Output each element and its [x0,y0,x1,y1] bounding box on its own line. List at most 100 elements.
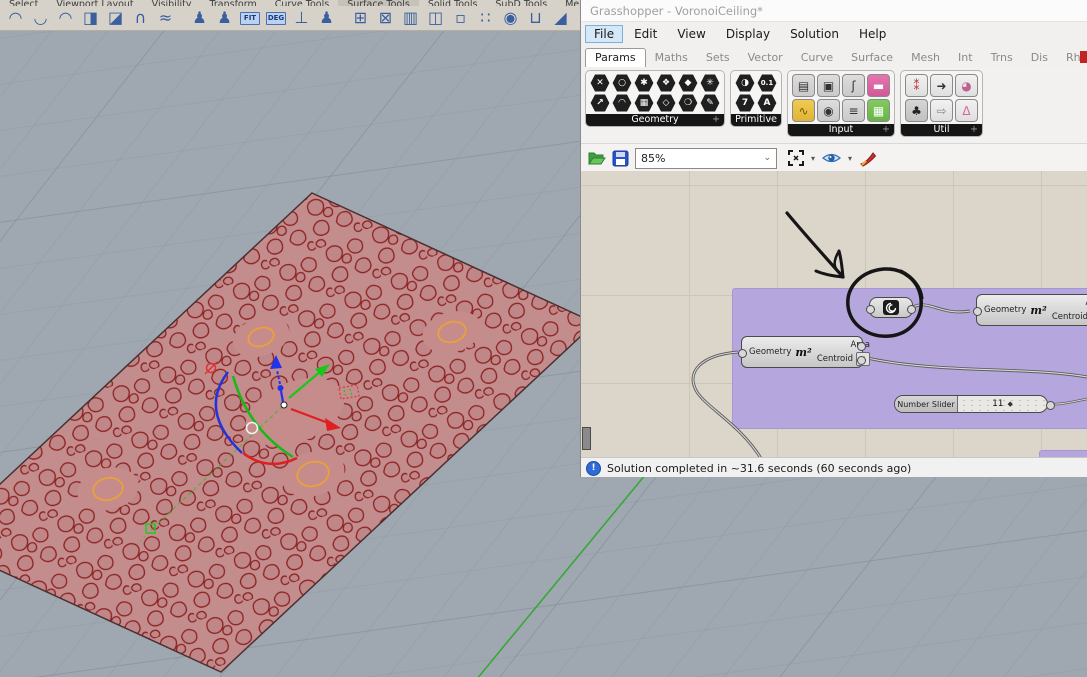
rhino-tab-subd-tools[interactable]: SubD Tools [486,0,556,6]
rhino-tab-curve-tools[interactable]: Curve Tools [266,0,338,6]
rhino-tab-me[interactable]: Me [556,0,580,6]
data-tree-icon[interactable]: ♣ [905,99,928,122]
menu-help[interactable]: Help [850,25,895,43]
number-param-icon[interactable]: 7 [735,94,755,112]
tab-int[interactable]: Int [949,49,982,67]
menu-solution[interactable]: Solution [781,25,848,43]
extrude-icon[interactable]: ◪ [103,7,128,29]
rhino-tab-surface-tools[interactable]: Surface Tools [338,0,419,6]
box-param-icon[interactable]: ◆ [678,74,698,92]
preview-eye-icon[interactable] [821,151,842,165]
colour-swatch-icon[interactable]: ▦ [867,99,890,122]
curve-param-icon[interactable]: ◠ [612,94,632,112]
sweep-2-icon[interactable]: ◡ [28,7,53,29]
cherry-picker-icon[interactable]: ⁑ [905,74,928,97]
rhino-tab-visibility[interactable]: Visibility [143,0,201,6]
mesh-param-icon[interactable]: ✳ [700,74,720,92]
galapagos-icon[interactable]: ◕ [955,74,978,97]
tab-vector[interactable]: Vector [739,49,792,67]
data-output-icon[interactable]: ➜ [930,74,953,97]
chevron-down-icon[interactable]: ▾ [848,154,852,163]
input-nub[interactable] [738,349,747,358]
canvas-scrollbar-thumb[interactable] [582,427,591,450]
ribbon-icon[interactable]: ≈ [153,7,178,29]
surface-grid2-icon[interactable]: ⊠ [373,7,398,29]
brep-param-icon[interactable]: ✱ [634,74,654,92]
tab-dis[interactable]: Dis [1022,49,1057,67]
control-points-icon[interactable]: ◉ [498,7,523,29]
tab-curve[interactable]: Curve [792,49,842,67]
relay-arrow-icon[interactable]: ↗ [590,94,610,112]
cylinder-icon[interactable]: ⊔ [523,7,548,29]
subd-param-icon[interactable]: ✎ [700,94,720,112]
panel-icon[interactable]: ▣ [817,74,840,97]
z-handle-dot[interactable] [277,385,284,391]
palette-group-label[interactable]: Geometry + [586,114,724,126]
flask-icon[interactable]: Δ [955,99,978,122]
colour-picker-icon[interactable]: ▬ [867,74,890,97]
slider-grip-icon[interactable]: ◆ [1008,400,1013,408]
palette-expand-icon[interactable]: + [882,124,890,136]
palette-group-label[interactable]: Primitive + [731,114,781,126]
move-edge-icon[interactable]: ♟ [212,7,237,29]
sketch-pencil-icon[interactable] [858,149,878,167]
zoom-level-combobox[interactable]: 85% ⌄ [635,147,777,169]
number-slider-icon[interactable]: ▤ [792,74,815,97]
untrim-icon[interactable]: ▫ [448,7,473,29]
output-nub-area[interactable] [857,342,866,351]
rhino-tab-viewport-layout[interactable]: Viewport Layout [47,0,142,6]
md-slider-icon[interactable]: ∿ [792,99,815,122]
curtain-icon[interactable]: ▥ [398,7,423,29]
tab-surface[interactable]: Surface [842,49,902,67]
area-component[interactable]: Geometry m² Area Centroid ▾ [738,336,871,368]
surface-grid-icon[interactable]: ⊞ [348,7,373,29]
move-face-icon[interactable]: ♟ [187,7,212,29]
save-file-icon[interactable] [612,150,629,167]
number-slider[interactable]: Number Slider 11 ◆ [894,395,1048,413]
menu-display[interactable]: Display [717,25,779,43]
geometry-parameter-pill[interactable] [866,297,916,318]
revolve-icon[interactable]: ∩ [128,7,153,29]
text-param-icon[interactable]: A [757,94,777,112]
surface-param-icon[interactable]: ❖ [656,74,676,92]
tab-mesh[interactable]: Mesh [902,49,949,67]
grasshopper-title-bar[interactable]: Grasshopper - VoronoiCeiling* [581,0,1087,22]
menu-file[interactable]: File [585,25,624,43]
gumball-origin[interactable] [280,401,288,409]
tab-params[interactable]: Params [585,48,646,67]
fit-surface-icon[interactable]: FIT [240,11,260,25]
rhino-tab-transform[interactable]: Transform [200,0,265,6]
sweep-1-icon[interactable]: ◠ [3,7,28,29]
chevron-down-icon[interactable]: ▾ [811,154,815,163]
graph-mapper-icon[interactable]: ʃ [842,74,865,97]
palette-group-label[interactable]: Input + [788,124,894,136]
rhino-tab-solid-tools[interactable]: Solid Tools [419,0,487,6]
output-nub-centroid[interactable] [857,356,866,365]
loft-icon[interactable]: ◠ [53,7,78,29]
knob-icon[interactable]: ◉ [817,99,840,122]
change-degree-icon[interactable]: DEG [266,11,286,25]
zoom-extents-icon[interactable] [787,149,805,167]
geometry-param-icon[interactable]: ▦ [634,94,654,112]
tab-partial-red-icon[interactable] [1080,51,1087,63]
slider-track[interactable]: 11 ◆ [958,396,1047,412]
trim-icon[interactable]: ◫ [423,7,448,29]
palette-expand-icon[interactable]: + [769,114,777,126]
tab-maths[interactable]: Maths [646,49,697,67]
slider-output-nub[interactable] [1046,401,1055,410]
rebuild-icon[interactable]: ∷ [473,7,498,29]
input-nub[interactable] [973,307,982,316]
surface-points-icon[interactable]: ◨ [78,7,103,29]
menu-edit[interactable]: Edit [625,25,666,43]
area-component-2[interactable]: Geometry m² Area Centroid ▾ [973,294,1087,326]
match-surface-icon[interactable]: ♟ [314,7,339,29]
input-nub[interactable] [866,305,875,314]
open-file-icon[interactable] [587,150,606,167]
data-input-icon[interactable]: ⇨ [930,99,953,122]
palette-expand-icon[interactable]: + [970,124,978,136]
boolean-param-icon[interactable]: ◑ [735,74,755,92]
output-nub[interactable] [907,305,916,314]
sphere-param-icon[interactable]: ❍ [678,94,698,112]
rhino-tab-select[interactable]: Select [0,0,47,6]
circle-param-icon[interactable]: ○ [612,74,632,92]
